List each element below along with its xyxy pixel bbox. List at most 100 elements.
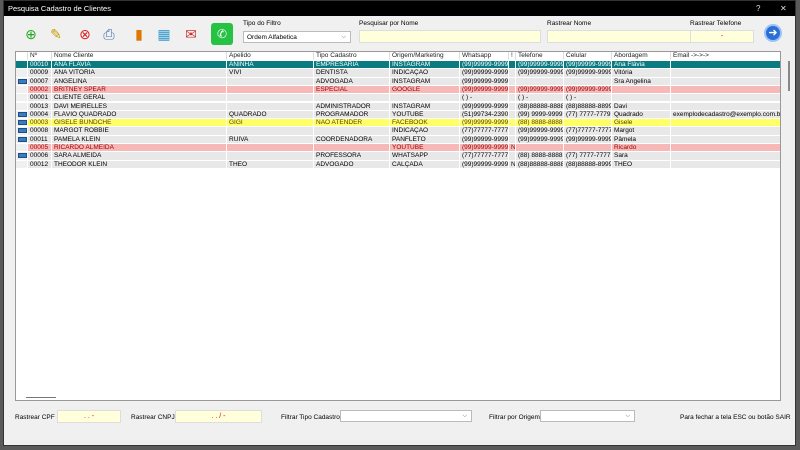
table-cell: INDICAÇÃO bbox=[390, 69, 460, 78]
table-row[interactable]: 00008 MARGOT ROBBIE INDICAÇÃO (77)77777-777… bbox=[16, 127, 780, 136]
cnpj-input[interactable]: . . / - bbox=[175, 410, 262, 423]
table-cell: (99)99999-9999 bbox=[516, 61, 564, 70]
table-cell: Ricardo bbox=[612, 144, 671, 153]
email-icon[interactable]: ✉ bbox=[180, 23, 202, 45]
search-name-input[interactable] bbox=[359, 30, 541, 43]
table-cell: NAO ATENDER bbox=[314, 119, 390, 128]
table-cell bbox=[564, 119, 612, 128]
table-row[interactable]: 00001 CLIENTE GERAL( ) -( ) -( ) - bbox=[16, 94, 780, 103]
table-cell: (99)99999-9999 bbox=[564, 135, 612, 144]
table-cell bbox=[564, 77, 612, 86]
table-cell bbox=[671, 94, 780, 103]
table-cell: Ana Flávia bbox=[612, 61, 671, 70]
table-cell: SARA ALMEIDA bbox=[52, 152, 227, 161]
table-cell: 00008 bbox=[28, 127, 52, 136]
column-header[interactable]: Abordagem bbox=[612, 52, 671, 61]
table-cell bbox=[564, 144, 612, 153]
table-cell: 00011 bbox=[28, 135, 52, 144]
filter-type-cad-select[interactable]: ⌵ bbox=[340, 410, 472, 422]
table-cell: (77) 7777-7779 bbox=[564, 110, 612, 120]
column-header[interactable]: Apelido bbox=[227, 52, 314, 61]
table-cell bbox=[671, 102, 780, 111]
close-button[interactable]: ✕ bbox=[780, 1, 787, 16]
table-cell: (99)99999-9999 bbox=[460, 135, 509, 144]
table-cell bbox=[227, 144, 314, 153]
track-name-input[interactable] bbox=[547, 30, 709, 43]
column-header[interactable]: Whatsapp bbox=[460, 52, 509, 61]
edit-icon[interactable]: ✎ bbox=[45, 23, 67, 45]
table-cell: THEO bbox=[227, 160, 314, 169]
table-cell: RUIVA bbox=[227, 135, 314, 144]
search-name-label: Pesquisar por Nome bbox=[359, 20, 419, 27]
scrollbar-thumb[interactable] bbox=[788, 61, 790, 91]
column-header[interactable]: Nº bbox=[28, 52, 52, 61]
column-header[interactable]: Tipo Cadastro bbox=[314, 52, 390, 61]
table-cell bbox=[227, 85, 314, 95]
column-header[interactable]: Email ->->-> bbox=[671, 52, 780, 61]
table-cell: YOUTUBE bbox=[390, 110, 460, 120]
table-header: Nº Nome Cliente Apelido Tipo Cadastro Origem… bbox=[16, 52, 780, 61]
table-cell: (88)88888-8888 bbox=[516, 160, 564, 169]
cpf-input[interactable]: . . - bbox=[57, 410, 121, 423]
vertical-scrollbar[interactable] bbox=[785, 51, 794, 401]
image-edit-icon[interactable]: ▦ bbox=[153, 23, 175, 45]
whatsapp-icon[interactable]: ✆ bbox=[211, 23, 233, 45]
column-header[interactable]: Origem/Marketing bbox=[390, 52, 460, 61]
table-cell bbox=[509, 110, 516, 120]
table-cell bbox=[314, 144, 390, 153]
table-row[interactable]: 00005 RICARDO ALMEIDA YOUTUBE (99)99999-999… bbox=[16, 144, 780, 153]
table-row[interactable]: 00009 ANA VITÓRIA VIVI DENTISTA INDICAÇÃO (99… bbox=[16, 69, 780, 78]
row-indicator bbox=[16, 85, 28, 95]
filter-type-select[interactable]: Ordem Alfabetica ⌵ bbox=[243, 31, 351, 43]
table-row[interactable]: 00006 SARA ALMEIDA PROFESSORA WHATSAPP (77)7… bbox=[16, 152, 780, 161]
chevron-down-icon: ⌵ bbox=[462, 413, 467, 419]
arrow-right-icon[interactable]: ➜ bbox=[764, 24, 782, 42]
table-cell bbox=[509, 102, 516, 111]
table-cell bbox=[509, 152, 516, 161]
row-indicator bbox=[16, 102, 28, 111]
table-cell: BRITNEY SPEAR bbox=[52, 85, 227, 95]
table-cell: THEODOR KLEIN bbox=[52, 160, 227, 169]
table-cell: 00005 bbox=[28, 144, 52, 153]
row-indicator bbox=[16, 152, 28, 161]
table-cell: (99)99999-9999 bbox=[516, 69, 564, 78]
column-header[interactable]: ! bbox=[509, 52, 516, 61]
column-header[interactable] bbox=[16, 52, 28, 61]
print-icon[interactable]: ⎙ bbox=[98, 23, 120, 45]
table-row[interactable]: 00003 GISELE BUNDCHE GIGI NAO ATENDER FACEBO… bbox=[16, 119, 780, 128]
table-row[interactable]: 00002 BRITNEY SPEAR ESPECIAL GOOGLE (99)9999… bbox=[16, 85, 780, 95]
export-icon[interactable]: ▮ bbox=[128, 23, 150, 45]
filter-type-label: Tipo do Filtro bbox=[243, 20, 281, 27]
column-header[interactable]: Nome Cliente bbox=[52, 52, 227, 61]
table-cell: QUADRADO bbox=[227, 110, 314, 120]
table-cell: (99)99999-9999 bbox=[460, 144, 509, 153]
clients-table: Nº Nome Cliente Apelido Tipo Cadastro Origem… bbox=[15, 51, 781, 401]
window-title: Pesquisa Cadastro de Clientes bbox=[8, 4, 111, 13]
horizontal-scrollbar[interactable] bbox=[26, 397, 56, 398]
table-cell: (88)88888-8899 bbox=[564, 102, 612, 111]
column-header[interactable]: Celular bbox=[564, 52, 612, 61]
table-row[interactable]: 00011 PAMELA KLEIN RUIVA COORDENADORA PANFLE… bbox=[16, 135, 780, 144]
table-cell: (99) 9999-9999 bbox=[516, 110, 564, 120]
window: Pesquisa Cadastro de Clientes ? ✕ ⊕ ✎ ⊗ … bbox=[3, 0, 796, 446]
row-indicator bbox=[16, 135, 28, 144]
table-row[interactable]: 00007 ANGELINA ADVOGADA INSTAGRAM (99)99999-… bbox=[16, 77, 780, 86]
table-cell: Davi bbox=[612, 102, 671, 111]
delete-icon[interactable]: ⊗ bbox=[74, 23, 96, 45]
table-row[interactable]: 00010 ANA FLAVIA ANINHA EMPRESARIA INSTAGRAM… bbox=[16, 61, 780, 70]
filter-origin-select[interactable]: ⌵ bbox=[540, 410, 635, 422]
add-document-icon[interactable]: ⊕ bbox=[20, 23, 42, 45]
help-button[interactable]: ? bbox=[756, 1, 760, 16]
table-cell bbox=[509, 61, 516, 70]
table-cell bbox=[612, 85, 671, 95]
table-row[interactable]: 00012 THEODOR KLEIN THEO ADVOGADO CALÇADA (99… bbox=[16, 160, 780, 169]
table-cell: (99)99999-9999 bbox=[564, 85, 612, 95]
row-indicator bbox=[16, 94, 28, 103]
track-phone-input[interactable]: - bbox=[690, 30, 754, 43]
table-cell bbox=[314, 94, 390, 103]
table-cell: COORDENADORA bbox=[314, 135, 390, 144]
table-row[interactable]: 00004 FLÁVIO QUADRADO QUADRADO PROGRAMADOR Y… bbox=[16, 110, 780, 120]
table-cell: ANA VITÓRIA bbox=[52, 69, 227, 78]
column-header[interactable]: Telefone bbox=[516, 52, 564, 61]
table-row[interactable]: 00013 DAVI MEIRELLES ADMINISTRADOR INSTAGRA… bbox=[16, 102, 780, 111]
